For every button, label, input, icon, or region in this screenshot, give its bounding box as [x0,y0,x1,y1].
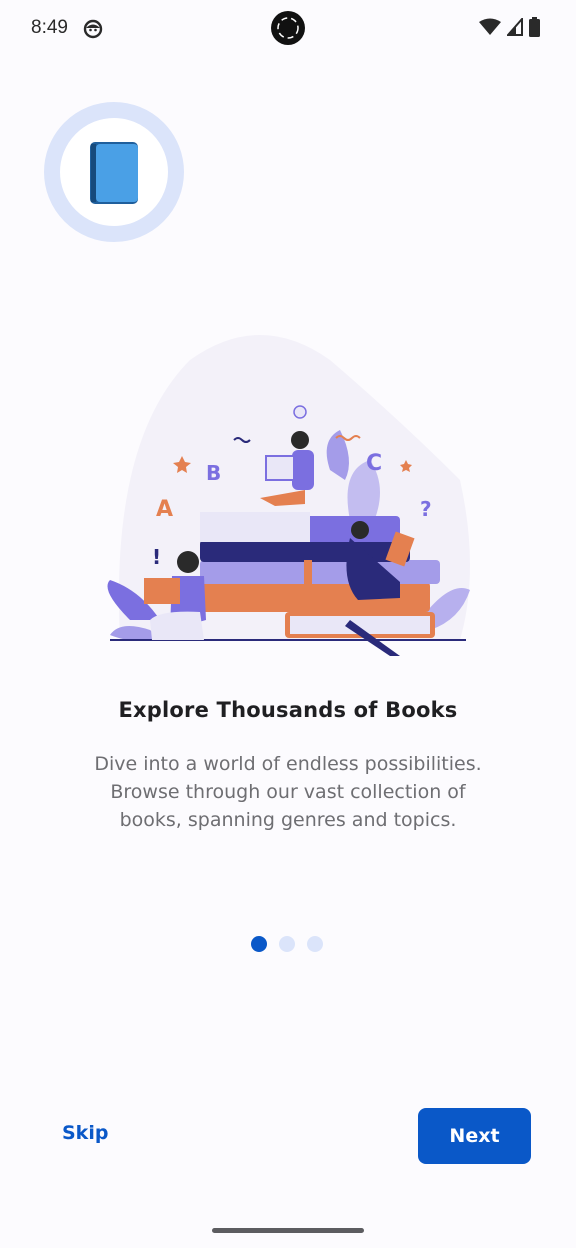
book-logo-icon [44,102,184,242]
description-line-1: Dive into a world of endless possibiliti… [94,753,482,775]
svg-text:C: C [366,451,382,476]
onboarding-title: Explore Thousands of Books [118,698,458,722]
svg-text:?: ? [420,497,432,521]
next-button[interactable]: Next [418,1108,531,1164]
svg-text:A: A [156,497,173,522]
page-dot-active [251,936,267,952]
home-indicator[interactable] [212,1228,364,1233]
svg-text:!: ! [152,545,161,569]
status-bar: 8:49 [0,0,576,58]
signal-icon [507,18,523,36]
reading-illustration: A B C ? ! [107,335,470,656]
battery-icon [529,17,540,37]
skip-button[interactable]: Skip [62,1122,108,1144]
page-dot [279,936,295,952]
onboarding-description: Dive into a world of endless possibiliti… [88,750,488,834]
page-indicator [251,936,323,952]
description-line-2: Browse through our vast collection of bo… [110,781,466,831]
status-icons [479,17,540,37]
wifi-icon [479,18,501,35]
face-icon [83,19,103,39]
page-dot [307,936,323,952]
status-time: 8:49 [31,17,68,38]
svg-text:B: B [206,461,221,485]
camera-cutout-icon [271,11,305,45]
